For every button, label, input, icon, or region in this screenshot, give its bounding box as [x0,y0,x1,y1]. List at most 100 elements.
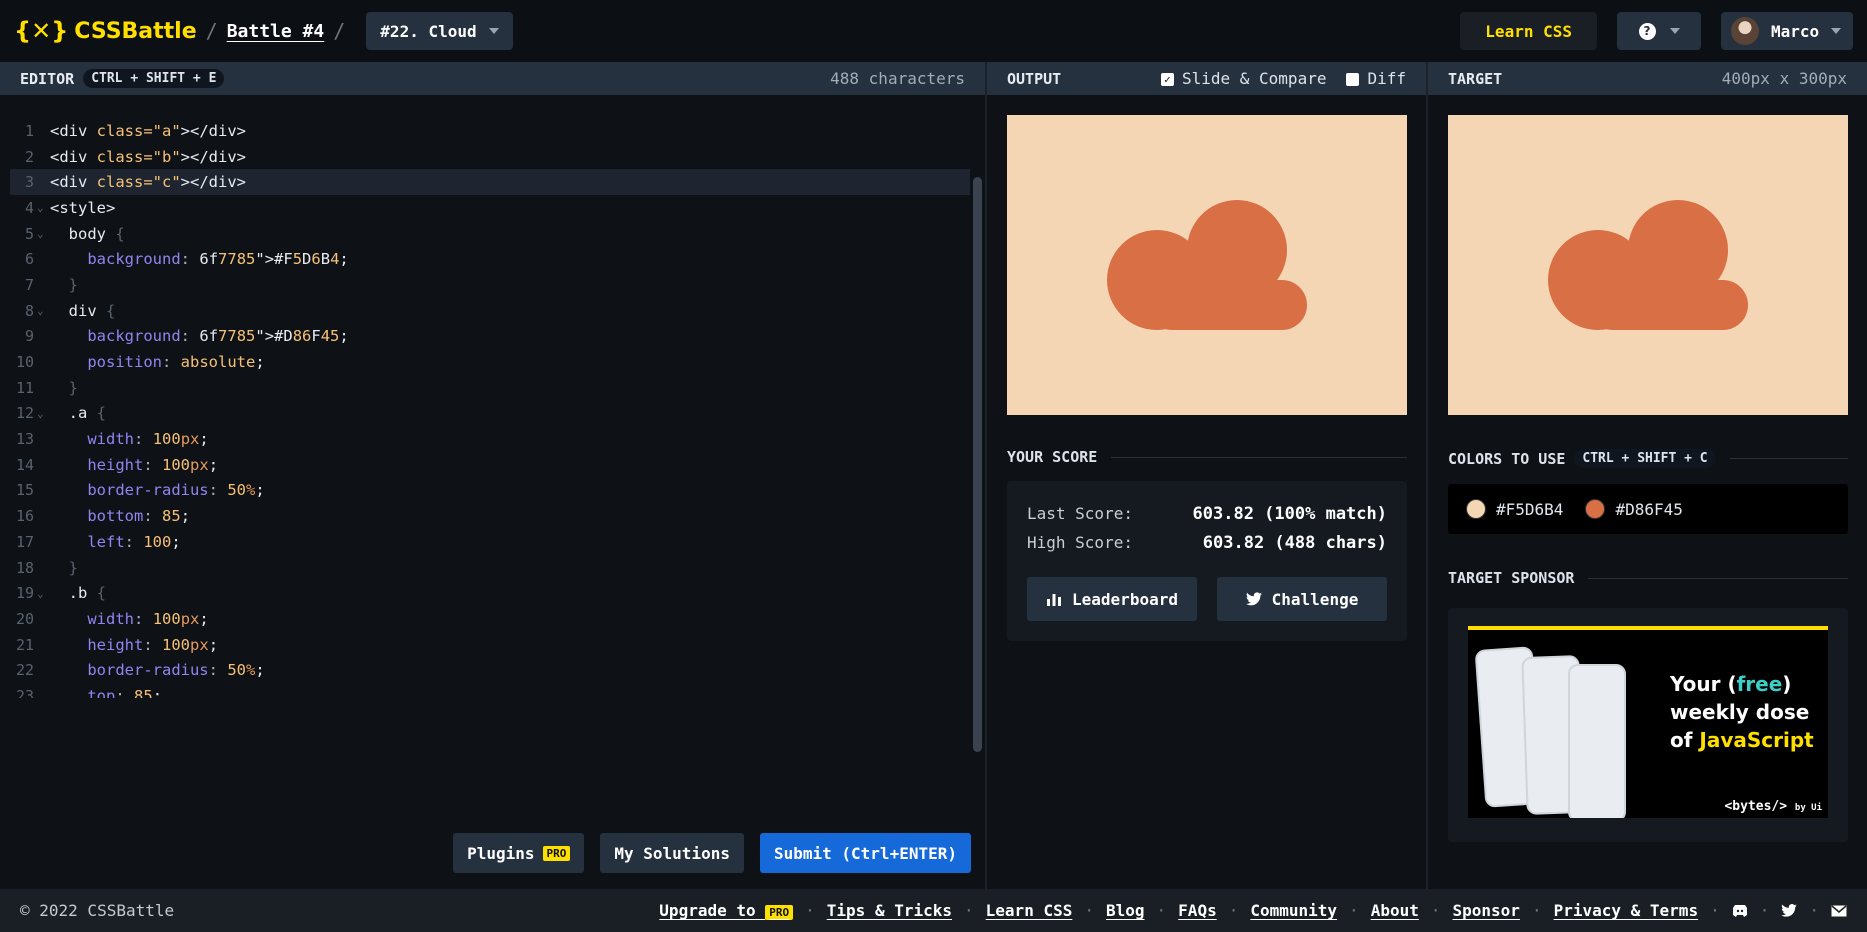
footer-separator: · [805,901,815,920]
footer-separator: · [1349,901,1359,920]
checkbox-checked-icon: ✓ [1160,73,1174,86]
submit-button[interactable]: Submit (Ctrl+ENTER) [759,833,971,873]
code-line[interactable]: 17 left: 100; [10,529,970,555]
line-number: 9 [24,327,34,346]
code-line[interactable]: 1 <div class="a"></div> [10,118,970,144]
code-editor[interactable]: 1 <div class="a"></div> 2 <div class="b"></… [10,118,970,698]
footer-link-about[interactable]: About [1371,901,1419,920]
line-number: 13 [15,430,34,449]
colors-section-title: COLORS TO USE CTRL + SHIFT + C [1448,449,1848,468]
leaderboard-button[interactable]: Leaderboard [1027,577,1197,621]
code-line[interactable]: 3 <div class="c"></div> [10,169,970,196]
code-text: <div class="b"></div> [50,147,246,166]
code-line[interactable]: 22 border-radius: 50%; [10,657,970,683]
sponsor-ad[interactable]: Your (free) weekly dose of JavaScript <b… [1468,626,1828,818]
code-line[interactable]: 10 position: absolute; [10,349,970,375]
code-line[interactable]: 8 ⌄ div { [10,298,970,324]
code-text: border-radius: 50%; [87,661,265,680]
learn-css-button[interactable]: Learn CSS [1460,12,1597,50]
footer-separator: · [964,901,974,920]
upgrade-link[interactable]: Upgrade to PRO [659,901,794,920]
code-line[interactable]: 7 } [10,272,970,298]
battle-link[interactable]: Battle #4 [227,21,325,42]
output-preview[interactable] [1007,115,1407,415]
code-line[interactable]: 18 } [10,555,970,581]
high-score-value: 603.82 (488 chars) [1202,532,1387,553]
fold-chevron-icon[interactable]: ⌄ [34,227,50,240]
code-line[interactable]: 2 <div class="b"></div> [10,144,970,170]
user-menu-button[interactable]: Marco [1721,12,1853,50]
code-line[interactable]: 19 ⌄ .b { [10,580,970,606]
fold-chevron-icon[interactable]: ⌄ [34,304,50,317]
footer-separator: · [1156,901,1167,920]
diff-toggle[interactable]: Diff [1346,69,1406,88]
code-line[interactable]: 5 ⌄ body { [10,221,970,247]
checkbox-icon [1346,73,1360,86]
code-line[interactable]: 12 ⌄ .a { [10,401,970,427]
line-number: 23 [15,686,34,698]
code-line[interactable]: 20 width: 100px; [10,606,970,632]
editor-panel: EDITOR CTRL + SHIFT + E 488 characters 1… [0,62,985,889]
email-icon[interactable] [1831,904,1847,918]
fold-chevron-icon[interactable]: ⌄ [34,587,50,600]
code-line[interactable]: 13 width: 100px; [10,426,970,452]
footer-link-sponsor[interactable]: Sponsor [1453,901,1520,920]
code-text: background: 6f7785">#F5D6B4; [87,250,349,269]
my-solutions-button[interactable]: My Solutions [600,833,744,873]
footer-link-blog[interactable]: Blog [1106,901,1145,920]
footer-link-community[interactable]: Community [1250,901,1337,920]
discord-icon[interactable] [1732,904,1748,918]
target-image[interactable] [1448,115,1848,415]
line-number: 21 [15,635,34,654]
plugins-label: Plugins [467,843,535,863]
line-number: 15 [15,481,34,500]
target-panel: TARGET 400px x 300px COLORS TO USE CTRL … [1426,62,1867,889]
slide-compare-toggle[interactable]: ✓ Slide & Compare [1160,69,1326,88]
color-swatch[interactable]: #F5D6B4 [1466,499,1563,519]
twitter-icon[interactable] [1781,904,1798,918]
line-number: 3 [24,173,34,192]
code-text: height: 100px; [87,635,219,654]
line-number: 22 [15,661,34,680]
target-dimensions: 400px x 300px [1721,69,1847,88]
line-number: 17 [15,532,34,551]
plugins-button[interactable]: Plugins PRO [453,833,585,873]
code-line[interactable]: 16 bottom: 85; [10,503,970,529]
editor-scrollbar[interactable] [973,177,982,752]
footer-link-privacy-terms[interactable]: Privacy & Terms [1554,901,1699,920]
breadcrumb-separator: / [333,19,346,43]
ad-text: of [1670,728,1700,752]
code-line[interactable]: 11 } [10,375,970,401]
code-text: border-radius: 50%; [87,481,265,500]
footer-link-tips-tricks[interactable]: Tips & Tricks [827,901,952,920]
code-line[interactable]: 4 ⌄ <style> [10,195,970,221]
code-line[interactable]: 23 top: 85; [10,683,970,698]
target-header: TARGET 400px x 300px [1428,62,1867,95]
sponsor-section-title: TARGET SPONSOR [1448,569,1848,587]
level-selector[interactable]: #22. Cloud [366,12,513,50]
color-swatch[interactable]: #D86F45 [1585,499,1683,519]
chevron-down-icon [1669,28,1680,34]
code-line[interactable]: 15 border-radius: 50%; [10,478,970,504]
fold-chevron-icon[interactable]: ⌄ [34,407,50,420]
code-text: height: 100px; [87,455,219,474]
footer-separator: · [1228,901,1239,920]
line-number: 11 [15,378,34,397]
footer-link-faqs[interactable]: FAQs [1178,901,1217,920]
challenge-button[interactable]: Challenge [1217,577,1387,621]
help-menu-button[interactable]: ? [1617,12,1701,50]
line-number: 4 [24,198,34,217]
score-title-text: YOUR SCORE [1007,448,1098,466]
editor-header: EDITOR CTRL + SHIFT + E 488 characters [0,62,985,95]
ad-text: weekly dose [1670,700,1810,724]
cssbattle-logo[interactable]: {✕} CSSBattle [14,17,197,45]
code-line[interactable]: 14 height: 100px; [10,452,970,478]
footer-link-learn-css[interactable]: Learn CSS [986,901,1073,920]
code-line[interactable]: 9 background: 6f7785">#D86F45; [10,324,970,350]
fold-chevron-icon[interactable]: ⌄ [34,201,50,214]
code-text: .a { [50,404,107,423]
ad-headline: Your (free) weekly dose of JavaScript [1670,670,1814,754]
score-card: Last Score: 603.82 (100% match) High Scor… [1007,481,1407,641]
code-line[interactable]: 6 background: 6f7785">#F5D6B4; [10,246,970,272]
code-line[interactable]: 21 height: 100px; [10,632,970,658]
